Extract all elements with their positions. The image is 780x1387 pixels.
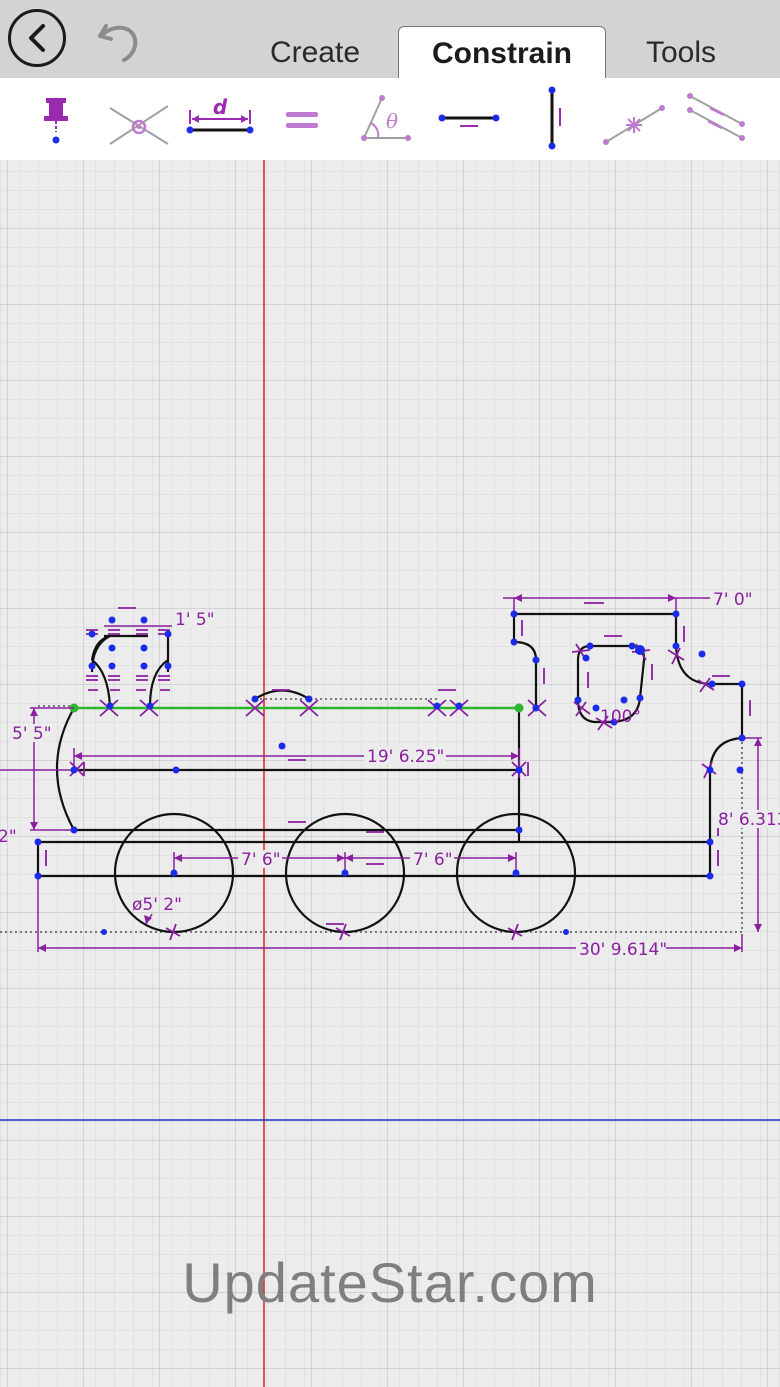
dim-chimney-width[interactable]: 1' 5" — [175, 610, 215, 630]
undo-arrow-icon — [98, 24, 138, 62]
angle-label: θ — [386, 109, 398, 133]
coincident-icon[interactable] — [104, 86, 174, 152]
vertical-icon[interactable] — [530, 86, 574, 152]
distance-label: d — [213, 95, 228, 119]
tab-constrain[interactable]: Constrain — [398, 26, 606, 78]
tab-create[interactable]: Create — [250, 26, 380, 78]
dim-left-cut[interactable]: 2" — [0, 827, 17, 847]
dim-wheel-spacing-1[interactable]: 7' 6" — [241, 850, 281, 870]
major-grid — [0, 160, 780, 1387]
back-button[interactable] — [8, 9, 66, 67]
drawing-canvas[interactable]: 1' 5" 7' 0" 5' 5" 19' 6.25" 7' 6" 7' 6" … — [0, 160, 780, 1387]
watermark: UpdateStar.com — [182, 1251, 598, 1314]
dim-cab-width[interactable]: 7' 0" — [713, 590, 753, 610]
undo-button[interactable] — [92, 12, 144, 64]
tab-tools[interactable]: Tools — [622, 26, 740, 78]
chevron-left-icon — [29, 24, 45, 52]
constraint-toolbar: d θ — [0, 78, 780, 160]
dim-right-height[interactable]: 8' 6.313 — [718, 810, 780, 830]
distance-icon[interactable]: d — [184, 86, 256, 152]
fix-pin-icon[interactable] — [34, 86, 78, 152]
parallel-icon[interactable] — [684, 86, 750, 152]
dim-wheel-spacing-2[interactable]: 7' 6" — [413, 850, 453, 870]
dim-left-height[interactable]: 5' 5" — [12, 724, 52, 744]
dim-boiler-length[interactable]: 19' 6.25" — [367, 747, 444, 767]
top-bar: Create Constrain Tools — [0, 0, 780, 78]
midpoint-icon[interactable] — [600, 86, 668, 152]
dim-overall-length[interactable]: 30' 9.614" — [579, 940, 667, 960]
horizontal-icon[interactable] — [436, 86, 502, 152]
dim-wheel-diameter[interactable]: ø5' 2" — [132, 895, 182, 915]
equal-icon[interactable] — [280, 86, 324, 152]
dim-window-angle[interactable]: 100° — [600, 707, 641, 727]
selected-endpoint[interactable] — [514, 703, 524, 713]
angle-icon[interactable]: θ — [356, 86, 416, 152]
